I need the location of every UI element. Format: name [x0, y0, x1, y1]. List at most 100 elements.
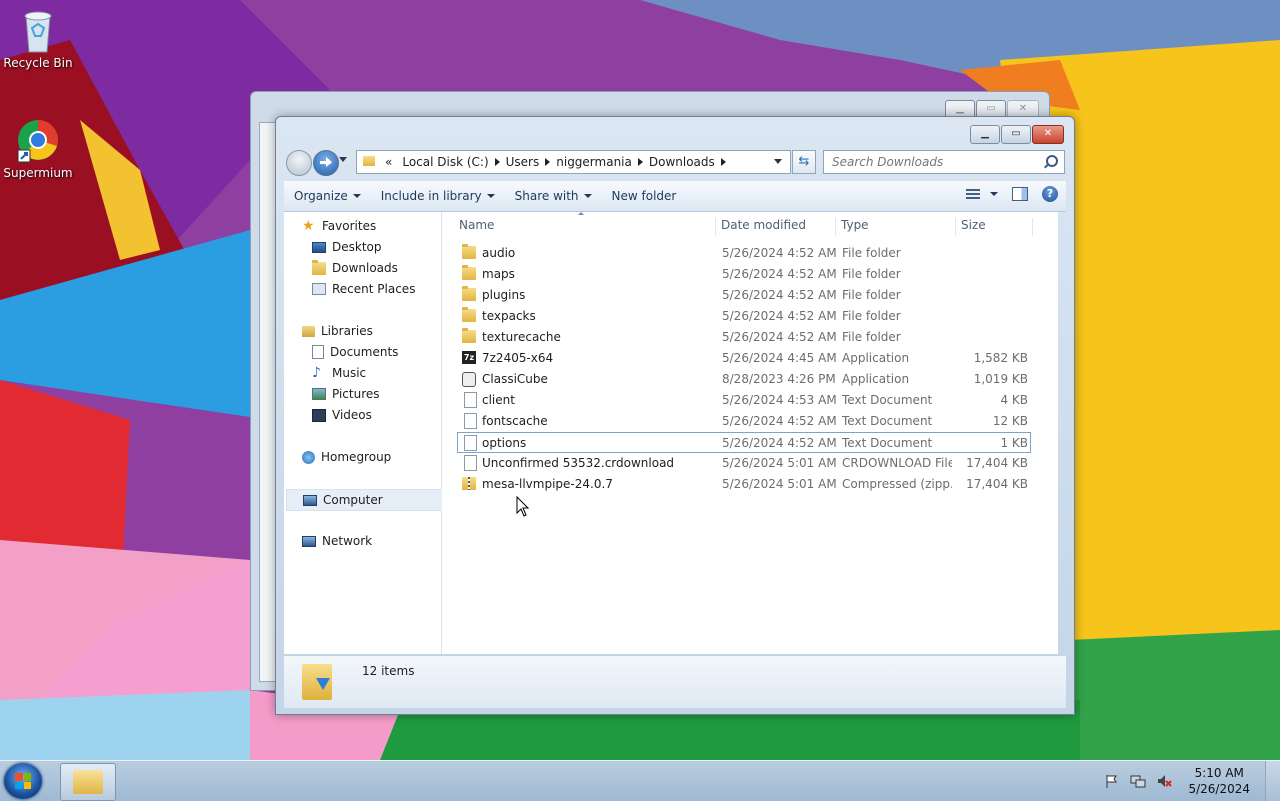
volume-muted-icon[interactable]	[1156, 773, 1173, 789]
nav-pictures[interactable]: Pictures	[312, 384, 380, 404]
organize-label: Organize	[294, 189, 348, 203]
breadcrumb-user-folder[interactable]: niggermania	[550, 155, 638, 169]
nav-music[interactable]: ♪ Music	[312, 363, 366, 383]
nav-computer-label: Computer	[323, 493, 383, 507]
back-button[interactable]	[286, 150, 312, 176]
desktop-icon-recycle-bin[interactable]: Recycle Bin	[0, 6, 76, 70]
file-row[interactable]: texturecache 5/26/2024 4:52 AM File fold…	[458, 327, 1030, 347]
taskbar-explorer-button[interactable]	[60, 763, 116, 801]
file-date: 5/26/2024 4:52 AM	[722, 246, 837, 260]
show-desktop-button[interactable]	[1265, 761, 1280, 801]
documents-icon	[312, 345, 324, 359]
7zip-icon: 7z	[462, 351, 476, 364]
file-row[interactable]: texpacks 5/26/2024 4:52 AM File folder	[458, 306, 1030, 326]
organize-menu[interactable]: Organize	[284, 181, 371, 211]
recycle-bin-label: Recycle Bin	[3, 56, 73, 70]
breadcrumb-local-disk[interactable]: Local Disk (C:)	[396, 155, 494, 169]
text-document-icon	[464, 435, 477, 451]
file-type: Application	[842, 372, 910, 386]
file-name: audio	[482, 246, 516, 260]
file-row[interactable]: plugins 5/26/2024 4:52 AM File folder	[458, 285, 1030, 305]
search-box[interactable]	[823, 150, 1065, 174]
breadcrumb-separator-icon[interactable]	[720, 158, 726, 166]
refresh-button[interactable]: ⇆	[792, 150, 816, 174]
file-name: mesa-llvmpipe-24.0.7	[482, 477, 613, 491]
file-row[interactable]: 7z 7z2405-x64 5/26/2024 4:45 AM Applicat…	[458, 348, 1030, 368]
file-row[interactable]: client 5/26/2024 4:53 AM Text Document 4…	[458, 390, 1030, 410]
sort-indicator-icon	[578, 212, 584, 215]
file-date: 5/26/2024 4:52 AM	[722, 414, 837, 428]
file-row[interactable]: mesa-llvmpipe-24.0.7 5/26/2024 5:01 AM C…	[458, 474, 1030, 494]
folder-icon	[73, 770, 103, 794]
column-header-date-modified[interactable]: Date modified	[715, 218, 806, 236]
file-row-focused[interactable]: options 5/26/2024 4:52 AM Text Document …	[457, 432, 1031, 453]
maximize-button[interactable]: ▭	[1001, 125, 1031, 144]
folder-icon	[357, 155, 381, 169]
explorer-window[interactable]: ▁ ▭ ✕ « Local Disk (C:) Users niggermani…	[275, 116, 1075, 715]
preview-pane-button[interactable]	[1012, 187, 1028, 201]
desktop-icon	[312, 241, 326, 253]
file-size: 1,582 KB	[973, 351, 1028, 365]
recent-pages-dropdown-icon[interactable]	[339, 157, 347, 162]
nav-videos[interactable]: Videos	[312, 405, 372, 425]
file-size: 17,404 KB	[966, 477, 1028, 491]
clock[interactable]: 5:10 AM 5/26/2024	[1182, 765, 1250, 797]
computer-icon	[303, 494, 317, 506]
nav-desktop[interactable]: Desktop	[312, 237, 382, 257]
help-icon[interactable]: ?	[1042, 186, 1058, 202]
file-name: Unconfirmed 53532.crdownload	[482, 456, 675, 470]
file-row[interactable]: ClassiCube 8/28/2023 4:26 PM Application…	[458, 369, 1030, 389]
file-type: Text Document	[842, 414, 933, 428]
action-center-flag-icon[interactable]	[1104, 773, 1120, 789]
column-header-type[interactable]: Type	[835, 218, 869, 236]
column-header-size[interactable]: Size	[955, 218, 986, 236]
nav-homegroup-label: Homegroup	[321, 450, 392, 464]
file-row[interactable]: audio 5/26/2024 4:52 AM File folder	[458, 243, 1030, 263]
file-date: 5/26/2024 4:52 AM	[722, 330, 837, 344]
file-row[interactable]: fontscache 5/26/2024 4:52 AM Text Docume…	[458, 411, 1030, 431]
breadcrumb-overflow-chevron[interactable]: «	[381, 155, 396, 169]
new-folder-button[interactable]: New folder	[602, 181, 687, 211]
nav-libraries-label: Libraries	[321, 324, 373, 338]
search-input[interactable]	[830, 151, 1034, 173]
breadcrumb-downloads[interactable]: Downloads	[643, 155, 721, 169]
share-with-menu[interactable]: Share with	[505, 181, 602, 211]
nav-music-label: Music	[332, 366, 367, 380]
file-date: 8/28/2023 4:26 PM	[722, 372, 836, 386]
address-bar[interactable]: « Local Disk (C:) Users niggermania Down…	[356, 150, 791, 174]
network-icon[interactable]	[1130, 773, 1146, 789]
nav-computer[interactable]: Computer	[286, 489, 454, 511]
file-type: Text Document	[842, 393, 933, 407]
desktop-icon-supermium[interactable]: Supermium	[0, 116, 76, 180]
nav-recent-places[interactable]: Recent Places	[312, 279, 415, 299]
file-name: texpacks	[482, 309, 536, 323]
file-name: ClassiCube	[482, 372, 548, 386]
include-in-library-menu[interactable]: Include in library	[371, 181, 505, 211]
file-date: 5/26/2024 4:53 AM	[722, 393, 837, 407]
nav-downloads-label: Downloads	[332, 261, 398, 275]
breadcrumb-users[interactable]: Users	[500, 155, 546, 169]
file-name: plugins	[482, 288, 526, 302]
folder-icon	[462, 244, 476, 259]
file-row[interactable]: maps 5/26/2024 4:52 AM File folder	[458, 264, 1030, 284]
file-row[interactable]: Unconfirmed 53532.crdownload 5/26/2024 5…	[458, 453, 1030, 473]
close-button[interactable]: ✕	[1032, 125, 1064, 144]
start-button[interactable]	[4, 763, 42, 799]
libraries-icon	[302, 325, 315, 337]
nav-documents[interactable]: Documents	[312, 342, 398, 362]
pictures-icon	[312, 388, 326, 400]
nav-favorites[interactable]: ★ Favorites	[302, 216, 376, 236]
forward-button[interactable]	[313, 150, 339, 176]
navigation-pane: ★ Favorites Desktop Downloads Recent Pla…	[284, 212, 454, 654]
nav-libraries[interactable]: Libraries	[302, 321, 373, 341]
file-size: 1 KB	[1000, 436, 1028, 450]
nav-downloads[interactable]: Downloads	[312, 258, 398, 278]
address-dropdown-icon[interactable]	[774, 159, 782, 164]
change-view-button[interactable]	[966, 189, 998, 199]
nav-network[interactable]: Network	[302, 531, 372, 551]
refresh-icon: ⇆	[798, 154, 810, 169]
column-header-name[interactable]: Name	[454, 218, 494, 236]
minimize-button[interactable]: ▁	[970, 125, 1000, 144]
nav-homegroup[interactable]: Homegroup	[302, 447, 391, 467]
search-icon[interactable]	[1046, 155, 1058, 167]
